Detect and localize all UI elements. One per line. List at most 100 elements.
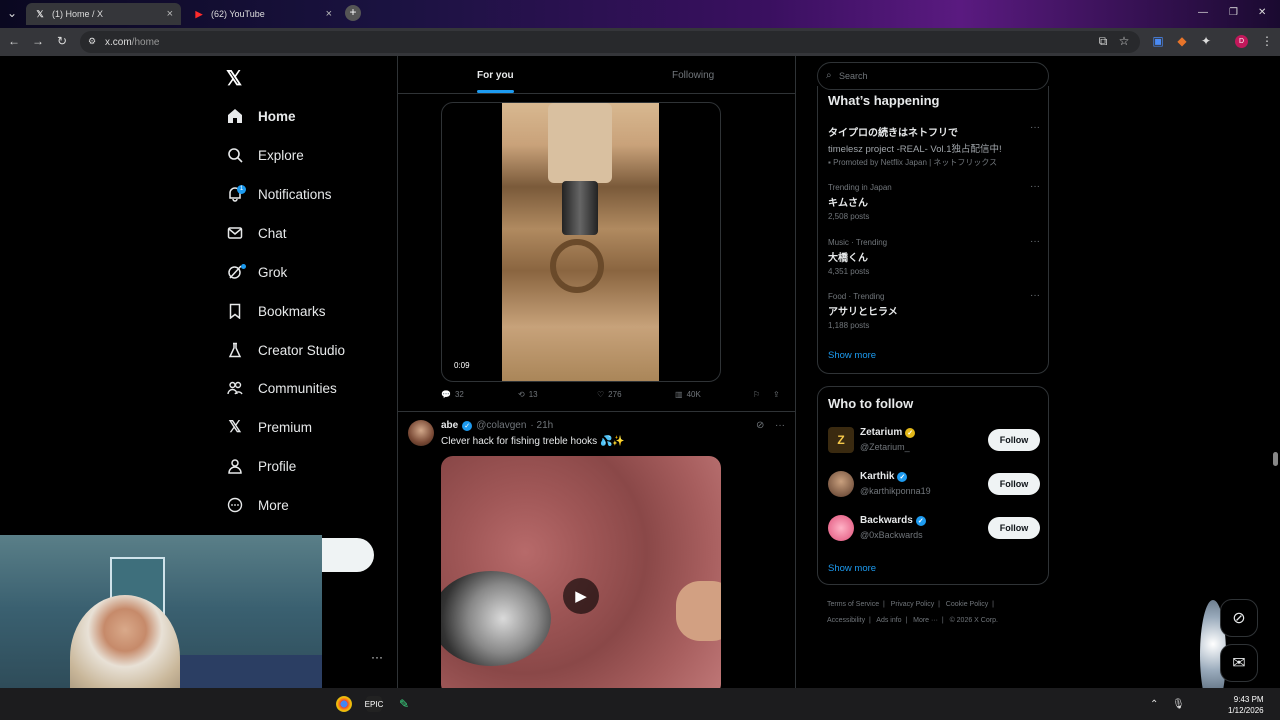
url-text[interactable]: x.com/home: [105, 37, 159, 48]
trend-posts: 1,188 posts: [828, 321, 870, 330]
extension-fox-icon[interactable]: ◆: [1174, 34, 1190, 48]
tab-search-icon[interactable]: ⌄: [4, 6, 20, 20]
trend-item[interactable]: タイプロの続きはネトフリで timelesz project -REAL- Vo…: [828, 122, 1040, 168]
nav-chat[interactable]: Chat: [226, 220, 287, 246]
back-icon[interactable]: ←: [6, 34, 22, 48]
reload-icon[interactable]: ↻: [54, 34, 70, 48]
taskbar-clock[interactable]: 9:43 PM 1/12/2026: [1228, 694, 1264, 716]
bookmark-post-icon[interactable]: ⚐: [753, 390, 760, 399]
footer-link[interactable]: Privacy Policy: [891, 601, 935, 608]
follow-button[interactable]: Follow: [988, 517, 1040, 539]
avatar[interactable]: [828, 471, 854, 497]
grok-floating-button[interactable]: ⊘: [1220, 599, 1258, 637]
nav-creator-studio[interactable]: Creator Studio: [226, 337, 345, 363]
follow-button[interactable]: Follow: [988, 473, 1040, 495]
avatar[interactable]: [828, 515, 854, 541]
video-carving: [550, 239, 604, 293]
forward-icon[interactable]: →: [30, 34, 46, 48]
post-video[interactable]: ▶: [441, 456, 721, 688]
reply-icon: 💬: [441, 390, 451, 399]
trend-more-icon[interactable]: ···: [1030, 122, 1040, 133]
like-button[interactable]: ♡ 276: [597, 390, 622, 399]
app-taskbar-icon[interactable]: ✎: [396, 696, 412, 712]
nav-bookmarks[interactable]: Bookmarks: [226, 298, 326, 324]
new-tab-button[interactable]: +: [345, 5, 361, 21]
site-info-icon[interactable]: ⚙: [84, 36, 100, 47]
install-app-icon[interactable]: ⧉: [1095, 34, 1111, 49]
trend-posts: 2,508 posts: [828, 212, 870, 221]
tab-following[interactable]: Following: [672, 70, 714, 81]
post-time[interactable]: · 21h: [530, 420, 553, 431]
panel-title: What’s happening: [828, 93, 940, 108]
window-close-icon[interactable]: ✕: [1258, 7, 1266, 18]
minimize-icon[interactable]: —: [1198, 7, 1208, 18]
nav-communities[interactable]: Communities: [226, 375, 337, 401]
nav-more[interactable]: More: [226, 492, 289, 518]
nav-notifications[interactable]: 1 Notifications: [226, 181, 332, 207]
profile-avatar[interactable]: D: [1235, 35, 1248, 48]
nav-grok[interactable]: Grok: [226, 259, 287, 285]
trend-more-icon[interactable]: ···: [1030, 290, 1040, 301]
user-handle: @Zetarium_: [860, 442, 910, 452]
grok-post-icon[interactable]: ⊘: [756, 420, 764, 431]
trend-item[interactable]: Trending in Japan キムさん 2,508 posts ···: [828, 181, 1040, 221]
maximize-icon[interactable]: ❐: [1229, 7, 1238, 18]
avatar[interactable]: [408, 420, 434, 446]
bookmark-star-icon[interactable]: ☆: [1116, 34, 1132, 48]
show-more-link[interactable]: Show more: [828, 563, 876, 574]
video-spindle: [548, 103, 612, 183]
microphone-icon[interactable]: 🎙: [1172, 699, 1185, 710]
avatar[interactable]: Z: [828, 427, 854, 453]
trend-more-icon[interactable]: ···: [1030, 236, 1040, 247]
chrome-taskbar-icon[interactable]: [336, 696, 352, 712]
nav-label: More: [258, 497, 289, 513]
reply-button[interactable]: 💬 32: [441, 390, 464, 399]
post-video[interactable]: 0:09: [441, 102, 721, 382]
nav-profile[interactable]: Profile: [226, 453, 296, 479]
share-icon[interactable]: ⇪: [773, 390, 780, 399]
messages-floating-button[interactable]: ✉: [1220, 644, 1258, 682]
translate-icon[interactable]: ▣: [1150, 34, 1166, 48]
footer-link[interactable]: More ···: [913, 617, 938, 624]
play-icon[interactable]: ▶: [563, 578, 599, 614]
follow-suggestion[interactable]: Z Zetarium ✓ @Zetarium_ Follow: [828, 427, 1040, 457]
nav-premium[interactable]: 𝕏 Premium: [226, 414, 312, 440]
repost-button[interactable]: ⟲ 13: [518, 390, 538, 399]
close-tab-icon[interactable]: ×: [167, 8, 173, 20]
trend-more-icon[interactable]: ···: [1030, 181, 1040, 192]
more-circle-icon: [226, 496, 244, 514]
footer-link[interactable]: Terms of Service: [827, 601, 879, 608]
follow-suggestion[interactable]: Karthik ✓ @karthikponna19 Follow: [828, 471, 1040, 501]
account-more-icon[interactable]: ···: [371, 650, 383, 664]
extensions-icon[interactable]: ✦: [1198, 34, 1214, 48]
author-name[interactable]: abe: [441, 420, 458, 431]
tab-for-you[interactable]: For you: [477, 70, 514, 81]
views-button[interactable]: ▥ 40K: [675, 390, 701, 399]
nav-home[interactable]: Home: [226, 103, 296, 129]
tray-expand-icon[interactable]: ⌃: [1150, 699, 1158, 710]
footer-link[interactable]: Cookie Policy: [946, 601, 988, 608]
address-bar[interactable]: [80, 31, 1140, 53]
trend-item[interactable]: Food · Trending アサリとヒラメ 1,188 posts ···: [828, 290, 1040, 330]
notification-badge: 1: [237, 185, 246, 194]
scrollbar-thumb[interactable]: [1273, 452, 1278, 466]
author-handle[interactable]: @colavgen: [476, 420, 526, 431]
nav-explore[interactable]: Explore: [226, 142, 304, 168]
x-logo-icon[interactable]: 𝕏: [226, 66, 242, 91]
browser-menu-icon[interactable]: ⋮: [1259, 34, 1275, 48]
verified-badge-icon: ✓: [462, 420, 473, 431]
close-tab-icon[interactable]: ×: [326, 8, 332, 20]
tab-home-x[interactable]: 𝕏 (1) Home / X ×: [26, 3, 181, 25]
trend-item[interactable]: Music · Trending 大橋くん 4,351 posts ···: [828, 236, 1040, 276]
footer-link[interactable]: Accessibility: [827, 617, 865, 624]
follow-suggestion[interactable]: Backwards ✓ @0xBackwards Follow: [828, 515, 1040, 545]
page-scrollbar[interactable]: [1270, 56, 1280, 688]
show-more-link[interactable]: Show more: [828, 350, 876, 361]
epic-games-taskbar-icon[interactable]: EPIC: [365, 696, 383, 712]
post-more-icon[interactable]: ···: [775, 420, 785, 431]
clock-time: 9:43 PM: [1233, 695, 1264, 704]
tab-youtube[interactable]: ▶ (62) YouTube ×: [185, 3, 340, 25]
footer-link[interactable]: Ads info: [876, 617, 901, 624]
follow-button[interactable]: Follow: [988, 429, 1040, 451]
main-feed: For you Following 0:09 💬 32 ⟲ 13 ♡ 276 ▥ 40K…: [397, 56, 796, 688]
